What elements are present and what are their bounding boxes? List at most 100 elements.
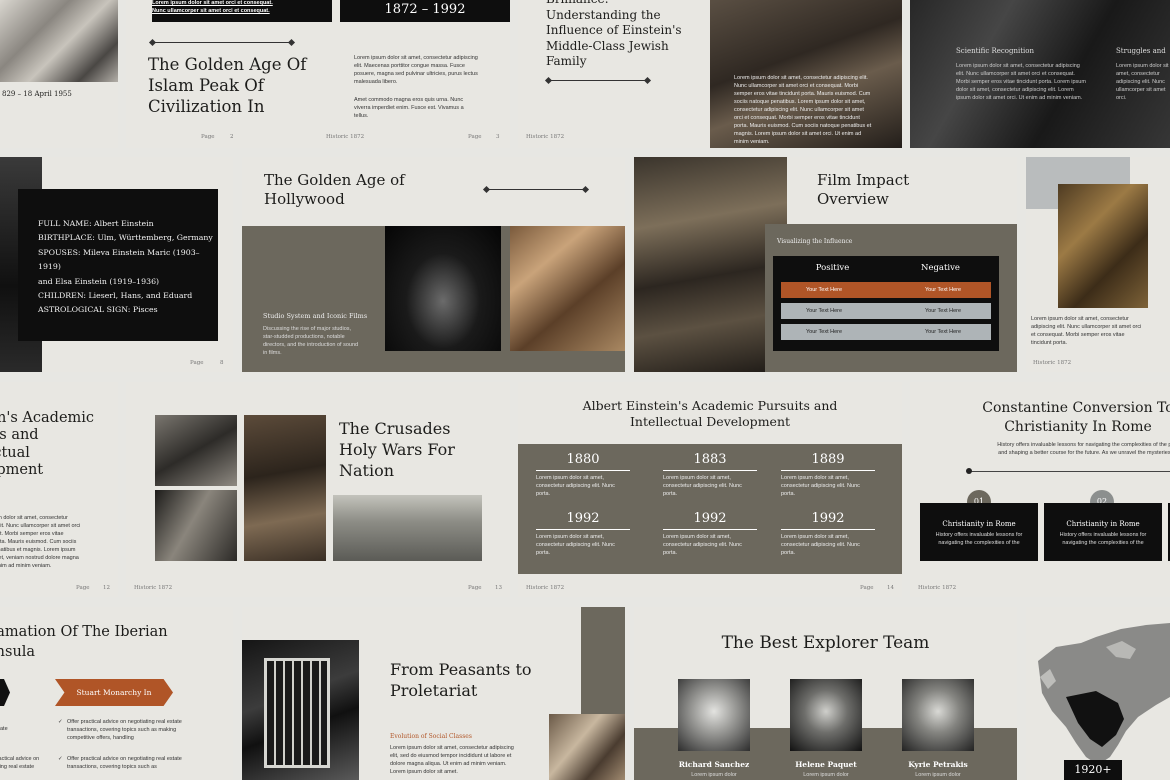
member-role: Lorem ipsum dolor: [803, 772, 849, 778]
slide-title: Reclamation Of The Iberian Peninsula: [0, 624, 168, 660]
year-item: 1992 Lorem ipsum dolor sit amet, consect…: [781, 511, 875, 557]
slide-einstein-pursuits-left[interactable]: Einstein's Academic Pursuits and Intelle…: [0, 382, 118, 597]
year-caption: Lorem ipsum dolor sit amet, consectetur …: [663, 475, 742, 497]
year-item: 1889 Lorem ipsum dolor sit amet, consect…: [781, 452, 875, 498]
slide-film-impact[interactable]: Film Impact Overview Visualizing the Inf…: [634, 157, 1017, 372]
photo-old-photographs: [510, 226, 625, 351]
slide-golden-age-islam[interactable]: Lorem ipsum dolor sit amet orci et conse…: [126, 0, 510, 148]
year-label: 1880: [566, 452, 600, 467]
left-text-1: ate: [0, 726, 8, 732]
heading-2: Struggles and: [1116, 47, 1166, 55]
left-text-2: Offer practical advice on negotiating re…: [0, 756, 40, 770]
slide-title: Constantine Conversion To Christianity I…: [982, 400, 1170, 435]
row-2: Your Text Here Your Text Here: [781, 303, 991, 319]
cell-right: Your Text Here: [925, 329, 962, 335]
photo-member-1: [678, 679, 750, 751]
panel-label: Visualizing the Influence: [777, 238, 853, 245]
facts-box: FULL NAME: Albert Einstein BIRTHPLACE: U…: [18, 189, 218, 341]
cell-left: Your Text Here: [806, 329, 843, 335]
brand-label: Historic 1872: [1033, 360, 1072, 366]
page-number: 8: [220, 360, 224, 366]
bullet-body-2: Offer practical advice on negotiating re…: [67, 756, 182, 770]
photo-member-3: [902, 679, 974, 751]
banner-line-2: Nunc ullamcorper sit amet orci et conseq…: [152, 8, 270, 14]
title-divider: [548, 80, 648, 81]
year-item: 1883 Lorem ipsum dolor sit amet, consect…: [663, 452, 757, 498]
slide-title: The Crusades Holy Wars For Nation: [339, 419, 455, 480]
sub-heading: Evolution of Social Classes: [390, 733, 472, 740]
life-dates: 829 – 18 April 1955: [2, 90, 72, 98]
brand-label: Historic 1872: [326, 134, 365, 140]
body-2: Lorem ipsum dolor sit amet, consectetur …: [1116, 63, 1169, 101]
slide-scientific-recognition[interactable]: Scientific Recognition Struggles and Lor…: [910, 0, 1170, 148]
page-number: 12: [103, 585, 110, 591]
window-frame: [264, 658, 330, 768]
year-line: [663, 529, 757, 530]
slide-einstein-facts[interactable]: FULL NAME: Albert Einstein BIRTHPLACE: U…: [0, 157, 233, 372]
photo-seated-gentlemen: [244, 415, 326, 561]
page-label: Page: [190, 360, 204, 366]
body-text: Lorem ipsum dolor sit amet, consectetur …: [0, 515, 81, 569]
body-text: Lorem ipsum dolor sit amet, consectetur …: [1031, 316, 1142, 346]
slide-golden-age-hollywood[interactable]: The Golden Age of Hollywood Studio Syste…: [242, 157, 625, 372]
slide-title: Brilliance: Understanding the Influence …: [546, 0, 682, 68]
col-negative: Negative: [921, 263, 960, 273]
slide-stairs[interactable]: Lorem ipsum dolor sit amet, consectetur …: [1026, 157, 1170, 372]
year-line: [536, 470, 630, 471]
cell-right: Your Text Here: [925, 308, 962, 314]
brand-label: Historic 1872: [526, 134, 565, 140]
year-label: 1992: [693, 511, 727, 526]
year-caption: Lorem ipsum dolor sit amet, consectetur …: [781, 534, 860, 556]
slide-title: The Golden Age of Hollywood: [264, 171, 405, 208]
timeline-line: [970, 471, 1170, 472]
slide-template-board: 829 – 18 April 1955 Lorem ipsum dolor si…: [0, 0, 1170, 780]
brand-label: Historic 1872: [526, 585, 565, 591]
cell-left: Your Text Here: [806, 308, 843, 314]
slide-peasants-proletariat[interactable]: From Peasants to Proletariat Evolution o…: [242, 607, 625, 780]
bullet-body-1: Offer practical advice on negotiating re…: [67, 719, 182, 741]
year-label: 1920+: [1074, 763, 1112, 776]
slide-einstein-dates[interactable]: 829 – 18 April 1955: [0, 0, 118, 148]
year-label: 1889: [811, 452, 845, 467]
years-label: 1872 – 1992: [384, 2, 466, 17]
page-number: 14: [887, 585, 894, 591]
year-line: [781, 470, 875, 471]
photo-city-ruins: [333, 495, 482, 561]
slide-explorer-team[interactable]: The Best Explorer Team Richard Sanchez H…: [634, 607, 1017, 780]
photo-old-window: [242, 640, 359, 780]
fact-line: SPOUSES: Mileva Einstein Maric (1903–191…: [38, 247, 200, 272]
member-role: Lorem ipsum dolor: [691, 772, 737, 778]
year-badge: 1920+: [1064, 760, 1122, 780]
slide-einstein-family[interactable]: Brilliance: Understanding the Influence …: [518, 0, 902, 148]
card-body: History offers invaluable lessons for na…: [1059, 532, 1147, 546]
body-para-1: Lorem ipsum dolor sit amet, consectetur …: [354, 55, 478, 85]
slide-academic-timeline[interactable]: Albert Einstein's Academic Pursuits and …: [518, 382, 902, 597]
overlay-body: Lorem ipsum dolor sit amet, consectetur …: [734, 75, 872, 145]
slide-title: The Best Explorer Team: [721, 633, 930, 653]
timeline-dot: [966, 468, 972, 474]
body-1: Lorem ipsum dolor sit amet, consectetur …: [956, 63, 1086, 101]
member-name: Richard Sanchez: [678, 760, 750, 769]
body-text: Lorem ipsum dolor sit amet, consectetur …: [390, 745, 514, 775]
sub-heading: Studio System and Iconic Films: [263, 312, 368, 320]
col-positive: Positive: [815, 263, 850, 273]
photo-stack: [549, 714, 625, 780]
slide-constantine[interactable]: Constantine Conversion To Christianity I…: [910, 382, 1170, 597]
photo-vintage-car: [385, 226, 501, 351]
slide-iberian-reclamation[interactable]: Reclamation Of The Iberian Peninsula Stu…: [0, 607, 233, 780]
brand-label: Historic 1872: [134, 585, 173, 591]
years-box: 1872 – 1992: [340, 0, 510, 22]
fact-line: FULL NAME: Albert Einstein: [38, 219, 154, 228]
year-label: 1992: [811, 511, 845, 526]
slide-map[interactable]: 1920+: [1026, 607, 1170, 780]
member-name: Helene Paquet: [795, 760, 857, 769]
year-line: [781, 529, 875, 530]
page-label-left: Page: [201, 134, 215, 140]
year-caption: Lorem ipsum dolor sit amet, consectetur …: [536, 475, 615, 497]
card-2: Christianity in Rome History offers inva…: [1044, 503, 1162, 561]
member-role: Lorem ipsum dolor: [915, 772, 961, 778]
year-line: [663, 470, 757, 471]
year-caption: Lorem ipsum dolor sit amet, consectetur …: [536, 534, 615, 556]
slide-crusades[interactable]: The Crusades Holy Wars For Nation Histor…: [126, 382, 510, 597]
fact-line: CHILDREN: Lieserl, Hans, and Eduard: [38, 291, 193, 301]
